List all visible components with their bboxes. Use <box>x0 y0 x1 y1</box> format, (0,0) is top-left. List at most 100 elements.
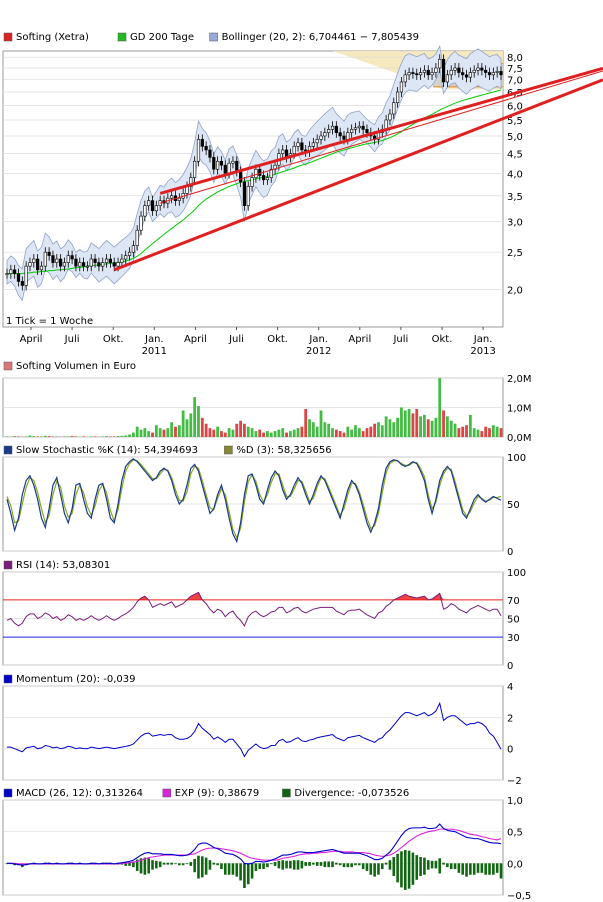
volume-bar <box>442 410 445 437</box>
volume-bar <box>174 426 177 437</box>
volume-bar <box>231 429 235 437</box>
volume-bar <box>154 425 158 437</box>
candle <box>449 69 453 76</box>
candle <box>89 258 93 267</box>
legend-swatch <box>282 788 291 798</box>
candle <box>480 67 484 71</box>
candle <box>357 125 361 129</box>
y-tick-label: 70 <box>507 596 520 607</box>
candle <box>212 157 216 170</box>
legend-label: %D (3): 58,325656 <box>236 445 331 456</box>
candle <box>434 67 438 73</box>
divergence-bar <box>373 863 376 877</box>
stock-chart: Softing (Xetra) GD 200 Tage Bollinger (20,… <box>2 32 603 902</box>
volume-bar <box>499 428 503 437</box>
candle <box>131 245 135 253</box>
candle <box>116 262 120 267</box>
divergence-bar <box>423 857 426 875</box>
candle <box>127 251 132 256</box>
divergence-bar <box>411 852 415 885</box>
divergence-bar <box>151 860 154 870</box>
y-tick-label: 100 <box>507 453 526 464</box>
x-tick-label: Jan. <box>144 334 164 345</box>
volume-bar <box>273 431 277 437</box>
candle <box>323 132 327 137</box>
volume-bar <box>449 420 453 437</box>
volume-bar <box>124 435 128 437</box>
volume-bar <box>327 423 331 437</box>
divergence-bar <box>457 863 461 873</box>
divergence-bar <box>380 863 384 870</box>
divergence-bar <box>158 861 162 868</box>
volume-bar <box>227 428 231 437</box>
divergence-bar <box>453 863 457 870</box>
y-tick-label: 4 <box>507 682 513 693</box>
legend-swatch <box>224 445 233 455</box>
candle <box>418 72 423 76</box>
divergence-bar <box>143 857 147 875</box>
volume-bar <box>484 426 488 437</box>
divergence-bar <box>174 863 177 865</box>
candle <box>407 72 411 76</box>
divergence-bar <box>231 863 235 875</box>
volume-bar <box>158 428 162 437</box>
candle <box>13 269 17 274</box>
divergence-bar <box>197 855 200 879</box>
divergence-bar <box>449 863 453 870</box>
x-tick-label: Juli <box>64 334 80 345</box>
divergence-bar <box>361 863 365 870</box>
legend-label: Softing Volumen in Euro <box>16 361 136 372</box>
x-tick-label: Okt. <box>267 334 288 345</box>
divergence-bar <box>469 863 472 875</box>
candle <box>74 258 78 267</box>
candle <box>20 281 24 286</box>
divergence-bar <box>193 858 196 873</box>
y-tick-label: 0 <box>507 661 513 672</box>
volume-bar <box>189 413 193 437</box>
legend-label: Softing (Xetra) <box>16 32 89 43</box>
y-tick-label: 100 <box>507 568 526 579</box>
volume-bar <box>388 419 392 437</box>
y-tick-label: 1,0M <box>507 404 532 415</box>
divergence-bar <box>239 863 242 881</box>
volume-bar <box>181 410 185 437</box>
divergence-bar <box>166 862 170 865</box>
candle <box>28 262 32 267</box>
candle <box>430 72 434 76</box>
divergence-bar <box>189 862 193 866</box>
candle <box>150 200 155 212</box>
legend-swatch <box>3 32 13 42</box>
candle <box>200 139 204 147</box>
candle <box>296 142 300 147</box>
volume-bar <box>277 429 281 437</box>
y-tick-label: 0 <box>507 745 513 756</box>
volume-bar <box>93 436 97 437</box>
volume-bar <box>166 428 170 437</box>
candle <box>51 255 55 263</box>
divergence-bar <box>426 860 430 870</box>
candle <box>353 127 358 130</box>
candle <box>464 74 469 78</box>
candle <box>334 125 338 133</box>
candle <box>5 273 9 275</box>
candle <box>235 160 239 172</box>
divergence-bar <box>178 863 181 866</box>
candle <box>154 205 158 212</box>
divergence-bar <box>235 863 239 877</box>
divergence-bar <box>208 860 212 870</box>
candle <box>208 149 212 158</box>
divergence-bar <box>419 857 422 876</box>
x-year-label: 2012 <box>306 346 331 357</box>
volume-bar <box>357 428 361 437</box>
divergence-bar <box>461 863 465 875</box>
volume-bar <box>143 428 147 437</box>
x-tick-label: April <box>348 334 371 345</box>
candle <box>24 265 28 286</box>
y-tick-label: 7,5 <box>507 64 523 75</box>
volume-bar <box>13 436 17 437</box>
candle <box>499 71 503 76</box>
y-tick-label: 4,5 <box>507 150 523 161</box>
candle <box>484 69 488 73</box>
y-tick-label: 5,0 <box>507 132 523 143</box>
y-tick-label: 30 <box>507 633 520 644</box>
